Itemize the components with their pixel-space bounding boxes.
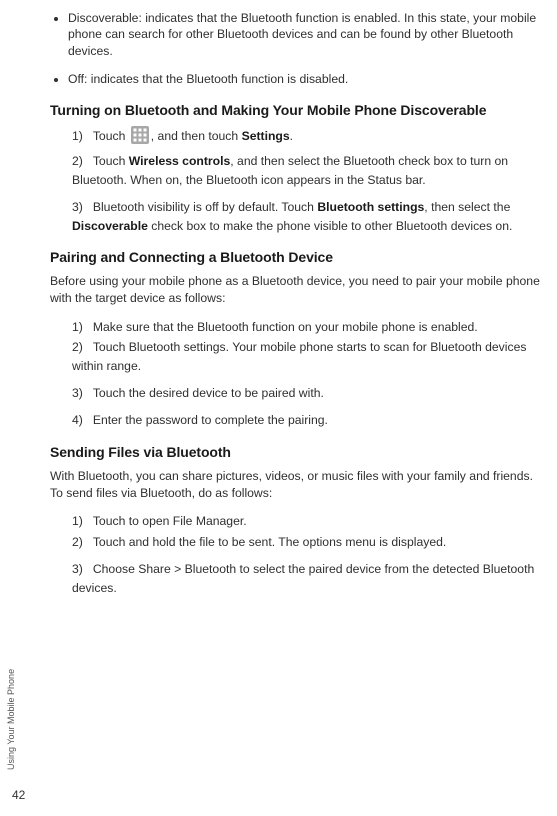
step-item: 3) Touch the desired device to be paired …: [72, 384, 547, 403]
manual-page: Discoverable: indicates that the Bluetoo…: [0, 0, 557, 616]
step-text: check box to make the phone visible to o…: [148, 219, 513, 233]
side-caption: Using Your Mobile Phone: [6, 669, 16, 770]
step-text: , then select the: [424, 200, 510, 214]
step-item: 1) Touch to open File Manager.: [72, 512, 547, 531]
steps-pairing: 1) Make sure that the Bluetooth function …: [50, 318, 547, 431]
heading-pairing-connecting: Pairing and Connecting a Bluetooth Devic…: [50, 249, 547, 265]
step-number: 3): [72, 560, 83, 579]
heading-turning-on-bluetooth: Turning on Bluetooth and Making Your Mob…: [50, 102, 547, 118]
step-number: 4): [72, 411, 83, 430]
step-item: 3)Choose Share > Bluetooth to select the…: [72, 560, 547, 598]
step-text: Enter the password to complete the pairi…: [93, 413, 328, 427]
step-text: Make sure that the Bluetooth function on…: [93, 320, 478, 334]
steps-turning-on: 1) Touch , and then touch Settings. 2) Tou…: [50, 126, 547, 236]
step-text: Touch: [93, 154, 129, 168]
step-text: Touch Bluetooth settings. Your mobile ph…: [72, 340, 526, 373]
step-number: 1): [72, 512, 83, 531]
settings-label: Settings: [242, 129, 290, 143]
step-item: 3) Bluetooth visibility is off by default…: [72, 198, 547, 236]
step-item: 1) Touch , and then touch Settings.: [72, 126, 547, 150]
step-text: Touch and hold the file to be sent. The …: [93, 535, 446, 549]
step-number: 1): [72, 127, 83, 146]
state-off: Off: indicates that the Bluetooth functi…: [68, 71, 547, 87]
step-text: , and then touch: [151, 129, 242, 143]
step-text: Touch: [93, 129, 129, 143]
heading-sending-files: Sending Files via Bluetooth: [50, 444, 547, 460]
bluetooth-settings-label: Bluetooth settings: [317, 200, 424, 214]
step-number: 2): [72, 152, 83, 171]
step-number: 2): [72, 533, 83, 552]
step-text: Choose Share > Bluetooth to select the p…: [72, 562, 534, 595]
pairing-intro: Before using your mobile phone as a Blue…: [50, 273, 547, 307]
step-number: 1): [72, 318, 83, 337]
step-number: 3): [72, 384, 83, 403]
wireless-controls-label: Wireless controls: [129, 154, 231, 168]
step-item: 2) Touch and hold the file to be sent. Th…: [72, 533, 547, 552]
step-number: 3): [72, 198, 83, 217]
page-number: 42: [12, 788, 25, 802]
step-text: Bluetooth visibility is off by default. …: [93, 200, 317, 214]
apps-grid-icon: [131, 126, 149, 150]
step-text: Touch to open File Manager.: [93, 514, 247, 528]
step-item: 4) Enter the password to complete the pai…: [72, 411, 547, 430]
sending-intro: With Bluetooth, you can share pictures, …: [50, 468, 547, 502]
step-number: 2): [72, 338, 83, 357]
step-item: 2)Touch Bluetooth settings. Your mobile …: [72, 338, 547, 376]
step-text: Touch the desired device to be paired wi…: [93, 386, 324, 400]
discoverable-label: Discoverable: [72, 219, 148, 233]
state-discoverable: Discoverable: indicates that the Bluetoo…: [68, 10, 547, 59]
step-item: 2)Touch Wireless controls, and then sele…: [72, 152, 547, 190]
bluetooth-state-list: Discoverable: indicates that the Bluetoo…: [50, 10, 547, 88]
step-text: .: [290, 129, 293, 143]
step-item: 1) Make sure that the Bluetooth function …: [72, 318, 547, 337]
steps-sending: 1) Touch to open File Manager. 2) Touch an…: [50, 512, 547, 598]
